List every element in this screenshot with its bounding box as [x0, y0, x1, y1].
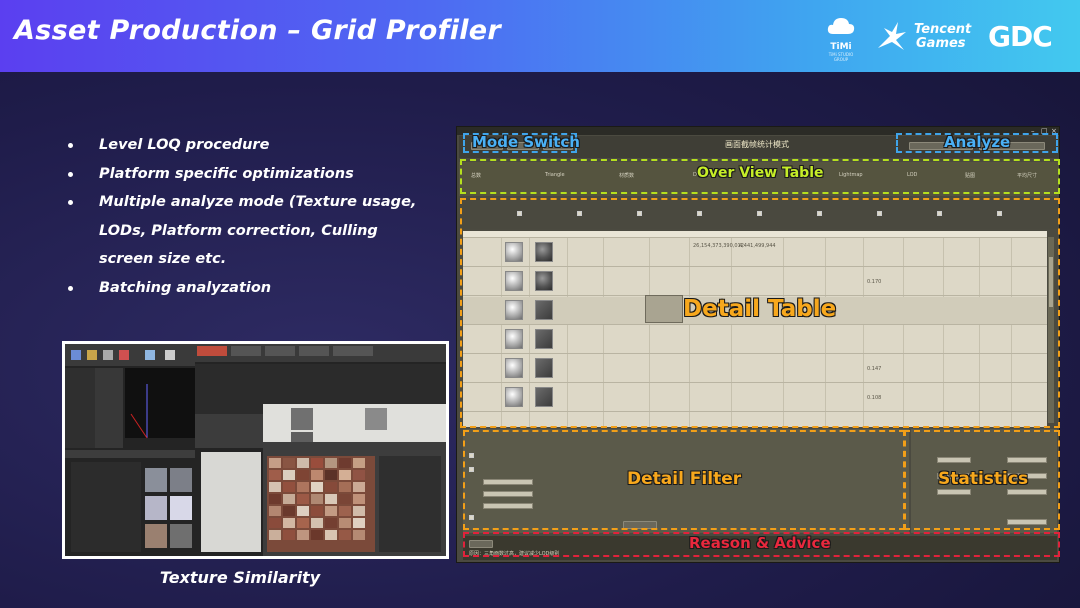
bullet-icon: [68, 285, 73, 291]
timi-cloud-icon: [827, 18, 855, 34]
feature-item: Platform specific optimizations: [66, 160, 426, 189]
screenshot-caption: Texture Similarity: [159, 568, 321, 587]
feature-text: Platform specific optimizations: [99, 165, 354, 182]
feature-text: Level LOQ procedure: [99, 137, 270, 153]
slide-title: Asset Production – Grid Profiler: [14, 15, 502, 46]
header-banner: Asset Production – Grid Profiler TiMi Ti…: [0, 0, 1080, 72]
feature-item: Level LOQ procedure: [66, 131, 426, 160]
editor-screenshot-graphic: [65, 344, 446, 556]
detail-table-label: Detail Table: [683, 296, 837, 322]
timi-logo-subtext: TiMi STUDIO GROUP: [828, 52, 854, 62]
feature-item: Multiple analyze mode (Texture usage, LO…: [66, 188, 426, 274]
mode-heading: 画面截帧统计模式: [725, 140, 789, 149]
tencent-logo-line1: Tencent: [914, 22, 972, 37]
mode-switch-label: Mode Switch: [472, 133, 580, 151]
detail-filter-label: Detail Filter: [627, 469, 742, 489]
texture-similarity-screenshot: [62, 341, 449, 559]
tencent-logo-line2: Games: [916, 36, 966, 51]
feature-text: Batching analyzation: [99, 279, 272, 296]
gdc-logo: GDC: [988, 20, 1053, 53]
reason-advice-label: Reason & Advice: [689, 534, 831, 552]
bullet-icon: [68, 143, 73, 148]
tencent-games-mark-icon: [878, 22, 906, 50]
bullet-icon: [68, 200, 73, 205]
tencent-games-logo: Tencent Games: [874, 18, 974, 54]
bullet-icon: [68, 171, 73, 177]
overview-table-label: Over View Table: [697, 165, 824, 181]
feature-list: Level LOQ procedure Platform specific op…: [66, 131, 426, 302]
statistics-label: Statistics: [938, 469, 1029, 489]
editor-screenshot-image: [65, 344, 446, 556]
feature-item: Batching analyzation: [66, 274, 426, 303]
feature-text: Multiple analyze mode (Texture usage, LO…: [99, 194, 417, 267]
timi-logo: TiMi TiMi STUDIO GROUP: [826, 16, 856, 62]
analyze-label: Analyze: [944, 133, 1011, 151]
timi-logo-text: TiMi: [830, 42, 852, 52]
